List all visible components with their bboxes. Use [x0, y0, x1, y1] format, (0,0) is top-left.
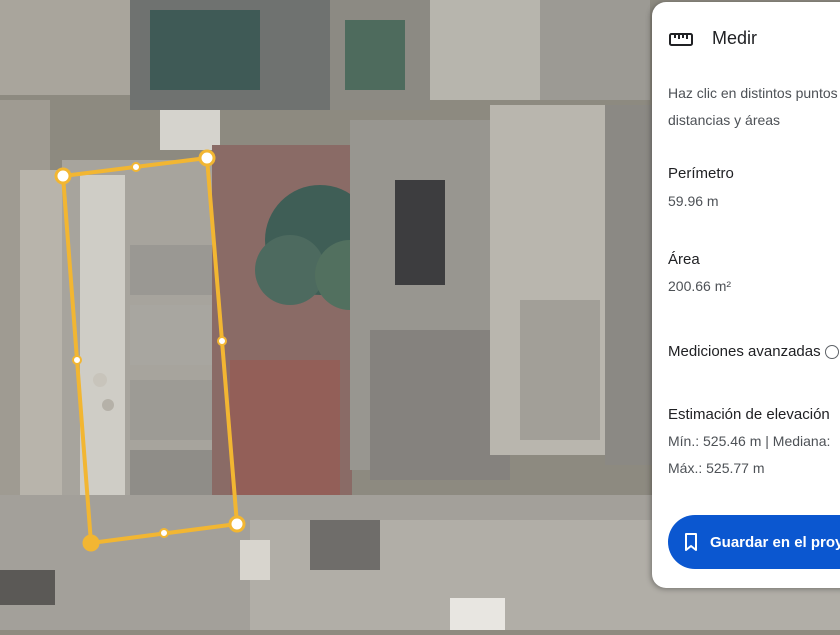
- save-button-label: Guardar en el proyecto: [710, 533, 840, 551]
- ruler-icon: [669, 32, 693, 46]
- perimeter-label: Perímetro: [668, 165, 734, 182]
- measurement-vertex[interactable]: [198, 149, 216, 167]
- perimeter-value: 59.96 m: [668, 193, 719, 209]
- description-line: distancias y áreas: [668, 112, 781, 128]
- measure-panel: Medir Haz clic en distintos puntos dista…: [652, 2, 840, 588]
- info-icon[interactable]: [824, 344, 839, 359]
- area-label: Área: [668, 251, 700, 268]
- advanced-measurements[interactable]: Mediciones avanzadas: [668, 343, 839, 360]
- description-line: Haz clic en distintos puntos: [668, 85, 838, 101]
- elevation-max: Máx.: 525.77 m: [668, 460, 765, 476]
- bookmark-icon: [685, 533, 697, 551]
- advanced-label: Mediciones avanzadas: [668, 343, 821, 360]
- measurement-outline: [60, 155, 240, 546]
- panel-title: Medir: [712, 28, 758, 48]
- measurement-midpoint[interactable]: [217, 336, 227, 346]
- panel-header: Medir: [668, 28, 757, 49]
- measurement-midpoint[interactable]: [72, 355, 82, 365]
- elevation-min-median: Mín.: 525.46 m | Mediana:: [668, 433, 831, 449]
- measurement-vertex[interactable]: [54, 167, 72, 185]
- area-value: 200.66 m²: [668, 278, 732, 294]
- measurement-midpoint[interactable]: [131, 162, 141, 172]
- panel-description: Haz clic en distintos puntos distancias …: [668, 80, 840, 134]
- measurement-vertex[interactable]: [82, 534, 100, 552]
- measurement-vertex[interactable]: [228, 515, 246, 533]
- save-to-project-button[interactable]: Guardar en el proyecto: [668, 515, 840, 569]
- elevation-label: Estimación de elevación: [668, 406, 830, 423]
- measurement-midpoint[interactable]: [159, 528, 169, 538]
